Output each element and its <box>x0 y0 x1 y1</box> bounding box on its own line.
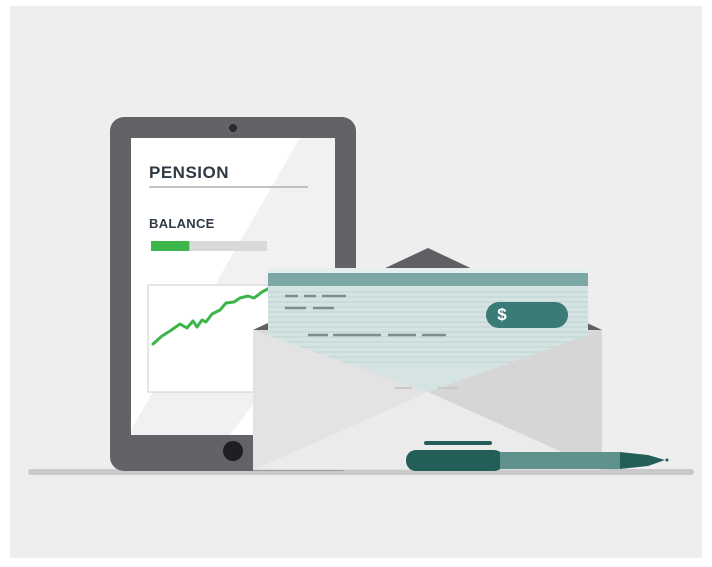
balance-bar-fill <box>151 241 190 251</box>
pen-cap <box>406 450 504 471</box>
check-top-stripe <box>268 268 588 273</box>
pen-clip <box>424 441 492 445</box>
pension-illustration <box>28 117 694 475</box>
camera-icon <box>229 124 237 132</box>
pension-title: PENSION <box>149 163 230 182</box>
pen-tip <box>620 452 665 469</box>
dollar-icon: $ <box>497 305 507 324</box>
check-header-band <box>268 273 588 286</box>
pen-barrel <box>500 452 620 469</box>
home-button-icon <box>223 441 243 461</box>
balance-label: BALANCE <box>149 216 215 231</box>
pen-nib <box>665 458 669 462</box>
